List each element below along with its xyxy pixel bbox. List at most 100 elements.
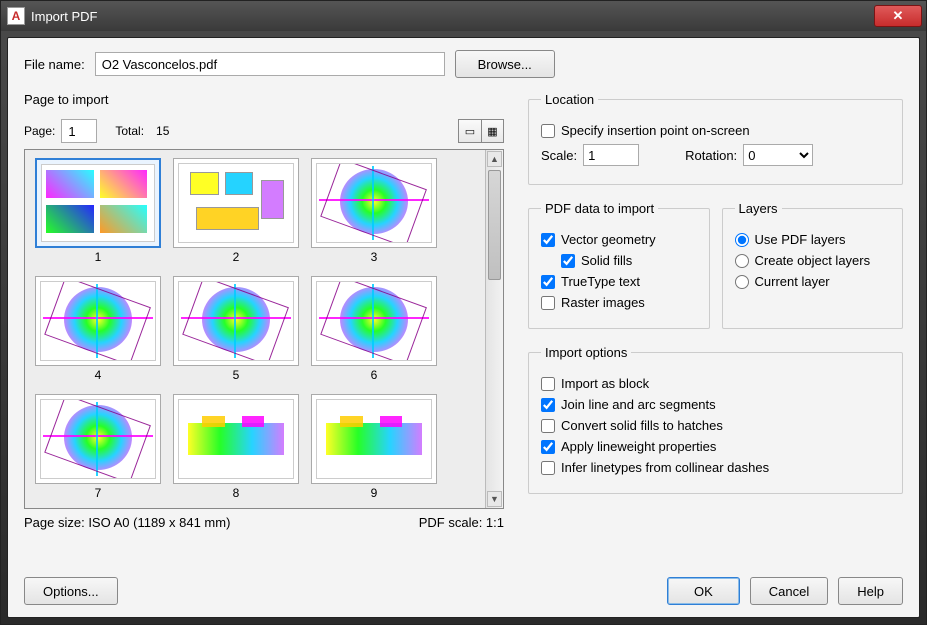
solid-fills-label: Solid fills	[581, 253, 632, 268]
total-label: Total:	[115, 124, 144, 138]
thumbnail[interactable]: 6	[309, 276, 439, 382]
page-import-panel: Page to import Page: Total: 15 ▭ ▦	[24, 92, 504, 559]
thumbnail[interactable]: 1	[33, 158, 163, 264]
thumbnail-label: 2	[233, 250, 240, 264]
footer: Options... OK Cancel Help	[24, 577, 903, 605]
thumbnail-label: 3	[371, 250, 378, 264]
help-button[interactable]: Help	[838, 577, 903, 605]
truetype-checkbox[interactable]: TrueType text	[541, 274, 697, 289]
import-block-label: Import as block	[561, 376, 649, 391]
scale-input[interactable]	[583, 144, 639, 166]
convert-hatch-label: Convert solid fills to hatches	[561, 418, 723, 433]
scroll-thumb[interactable]	[488, 170, 501, 280]
thumbnail-label: 9	[371, 486, 378, 500]
pdf-data-legend: PDF data to import	[541, 201, 658, 216]
file-row: File name: Browse...	[24, 50, 903, 78]
pdf-data-group: PDF data to import Vector geometry Solid…	[528, 201, 710, 329]
create-layers-label: Create object layers	[755, 253, 871, 268]
use-pdf-layers-label: Use PDF layers	[755, 232, 846, 247]
window-title: Import PDF	[31, 9, 874, 24]
thumbnail-box: 1 2 3 4 5	[24, 149, 504, 509]
lineweight-checkbox[interactable]: Apply lineweight properties	[541, 439, 890, 454]
lineweight-label: Apply lineweight properties	[561, 439, 716, 454]
rotation-select[interactable]: 0	[743, 144, 813, 166]
thumbnail[interactable]: 8	[171, 394, 301, 500]
scroll-down-icon[interactable]: ▼	[487, 491, 502, 507]
data-layers-row: PDF data to import Vector geometry Solid…	[528, 201, 903, 329]
thumbnail[interactable]: 4	[33, 276, 163, 382]
join-segments-label: Join line and arc segments	[561, 397, 716, 412]
thumbnail-image[interactable]	[311, 158, 437, 248]
thumbnail-image[interactable]	[173, 394, 299, 484]
thumbnail-image[interactable]	[35, 276, 161, 366]
thumbnail-image[interactable]	[35, 158, 161, 248]
thumbnail[interactable]: 9	[309, 394, 439, 500]
scrollbar[interactable]: ▲ ▼	[485, 150, 503, 508]
view-mode-buttons: ▭ ▦	[458, 119, 504, 143]
specify-point-input[interactable]	[541, 124, 555, 138]
layers-legend: Layers	[735, 201, 782, 216]
create-layers-radio[interactable]: Create object layers	[735, 253, 891, 268]
cancel-button[interactable]: Cancel	[750, 577, 828, 605]
lineweight-input[interactable]	[541, 440, 555, 454]
thumbnail[interactable]: 7	[33, 394, 163, 500]
import-block-checkbox[interactable]: Import as block	[541, 376, 890, 391]
thumbnail-scroll[interactable]: 1 2 3 4 5	[25, 150, 485, 508]
create-layers-input[interactable]	[735, 254, 749, 268]
titlebar: A Import PDF ✕	[1, 1, 926, 31]
raster-checkbox[interactable]: Raster images	[541, 295, 697, 310]
thumbnail-grid: 1 2 3 4 5	[33, 158, 477, 500]
infer-linetypes-label: Infer linetypes from collinear dashes	[561, 460, 769, 475]
truetype-label: TrueType text	[561, 274, 640, 289]
solid-fills-input[interactable]	[561, 254, 575, 268]
ok-button[interactable]: OK	[667, 577, 740, 605]
import-block-input[interactable]	[541, 377, 555, 391]
thumbnail-label: 6	[371, 368, 378, 382]
page-number-input[interactable]	[61, 119, 97, 143]
specify-point-checkbox[interactable]: Specify insertion point on-screen	[541, 123, 890, 138]
close-button[interactable]: ✕	[874, 5, 922, 27]
use-pdf-layers-radio[interactable]: Use PDF layers	[735, 232, 891, 247]
join-segments-checkbox[interactable]: Join line and arc segments	[541, 397, 890, 412]
scroll-up-icon[interactable]: ▲	[487, 151, 502, 167]
browse-button[interactable]: Browse...	[455, 50, 555, 78]
convert-hatch-input[interactable]	[541, 419, 555, 433]
thumbnail[interactable]: 2	[171, 158, 301, 264]
thumbnail-image[interactable]	[173, 276, 299, 366]
convert-hatch-checkbox[interactable]: Convert solid fills to hatches	[541, 418, 890, 433]
infer-linetypes-checkbox[interactable]: Infer linetypes from collinear dashes	[541, 460, 890, 475]
layers-group: Layers Use PDF layers Create object laye…	[722, 201, 904, 329]
use-pdf-layers-input[interactable]	[735, 233, 749, 247]
current-layer-radio[interactable]: Current layer	[735, 274, 891, 289]
truetype-input[interactable]	[541, 275, 555, 289]
solid-fills-checkbox[interactable]: Solid fills	[561, 253, 697, 268]
vector-geometry-checkbox[interactable]: Vector geometry	[541, 232, 697, 247]
import-pdf-dialog: A Import PDF ✕ File name: Browse... Page…	[0, 0, 927, 625]
current-layer-input[interactable]	[735, 275, 749, 289]
thumbnail-image[interactable]	[173, 158, 299, 248]
scale-rotation-row: Scale: Rotation: 0	[541, 144, 890, 166]
dialog-body: File name: Browse... Page to import Page…	[7, 37, 920, 618]
main-columns: Page to import Page: Total: 15 ▭ ▦	[24, 92, 903, 559]
view-grid-icon[interactable]: ▦	[481, 120, 503, 142]
thumbnail[interactable]: 3	[309, 158, 439, 264]
options-button[interactable]: Options...	[24, 577, 118, 605]
raster-input[interactable]	[541, 296, 555, 310]
file-name-input[interactable]	[95, 52, 445, 76]
vector-geometry-input[interactable]	[541, 233, 555, 247]
right-column: Location Specify insertion point on-scre…	[528, 92, 903, 559]
thumbnail-image[interactable]	[35, 394, 161, 484]
infer-linetypes-input[interactable]	[541, 461, 555, 475]
thumbnail[interactable]: 5	[171, 276, 301, 382]
pdf-scale-label: PDF scale: 1:1	[419, 515, 504, 530]
page-controls: Page: Total: 15 ▭ ▦	[24, 119, 504, 143]
app-icon: A	[7, 7, 25, 25]
page-size-label: Page size: ISO A0 (1189 x 841 mm)	[24, 515, 230, 530]
thumbnail-image[interactable]	[311, 276, 437, 366]
thumbnail-image[interactable]	[311, 394, 437, 484]
scale-label: Scale:	[541, 148, 577, 163]
raster-label: Raster images	[561, 295, 645, 310]
view-single-icon[interactable]: ▭	[459, 120, 481, 142]
thumbnail-label: 4	[95, 368, 102, 382]
join-segments-input[interactable]	[541, 398, 555, 412]
